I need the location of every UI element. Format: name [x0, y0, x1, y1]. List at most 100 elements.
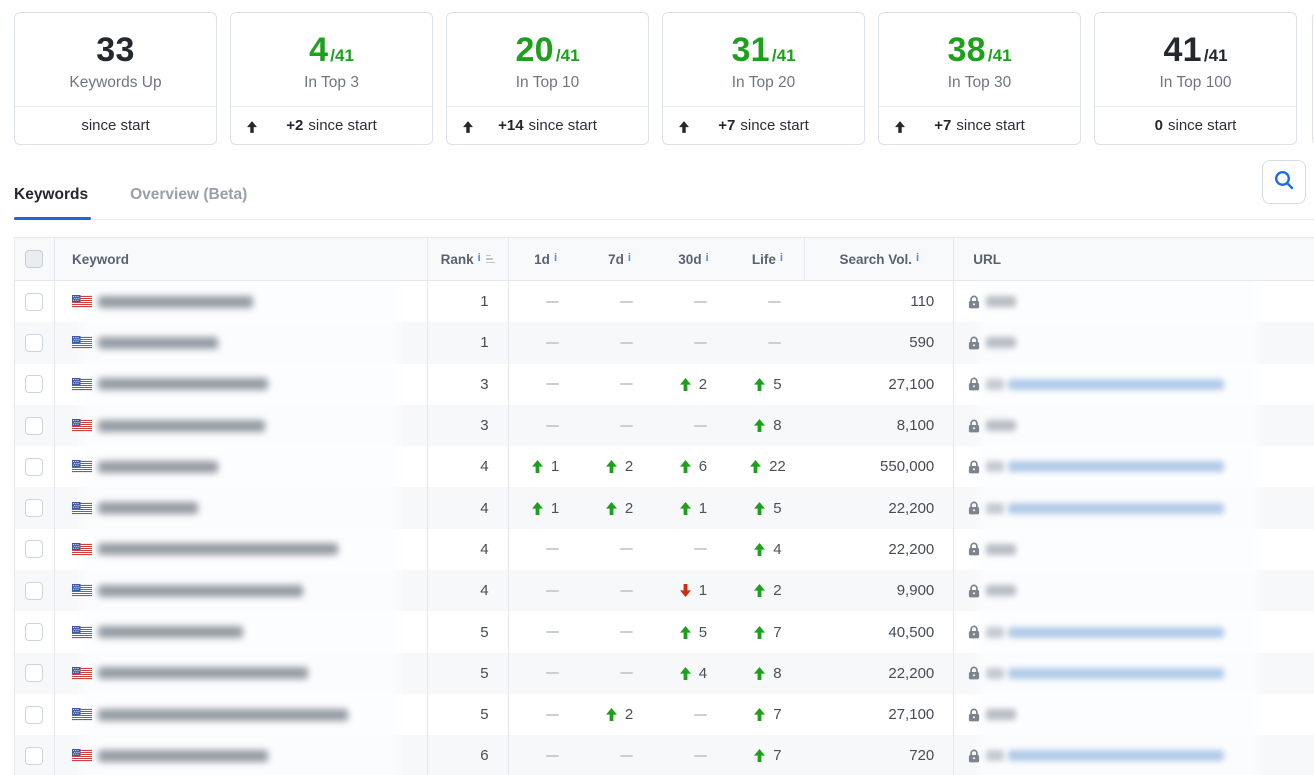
up-arrow-icon [754, 584, 765, 597]
cell-life: 8 [730, 405, 805, 446]
row-checkbox[interactable] [25, 417, 43, 435]
row-checkbox[interactable] [25, 706, 43, 724]
url-link-blurred[interactable] [1008, 750, 1224, 761]
column-label: Life [752, 252, 776, 267]
us-flag-icon [72, 419, 92, 432]
lock-icon [968, 336, 980, 350]
row-checkbox[interactable] [25, 458, 43, 476]
column-header-keyword[interactable]: Keyword [55, 238, 428, 280]
stat-card-top: 33 Keywords Up [15, 13, 216, 106]
cell-life [730, 322, 805, 363]
url-link-blurred[interactable] [1008, 379, 1224, 390]
row-checkbox[interactable] [25, 375, 43, 393]
cell-search-vol: 22,200 [805, 653, 954, 694]
lock-icon [968, 666, 980, 680]
info-icon[interactable]: i [554, 252, 557, 264]
info-icon[interactable]: i [780, 252, 783, 264]
no-change-dash [694, 425, 707, 427]
tab-keywords[interactable]: Keywords [14, 186, 88, 204]
cell-life: 2 [730, 570, 805, 611]
cell-rank: 1 [428, 281, 509, 322]
up-arrow-icon [754, 749, 765, 762]
cell-7d: 2 [583, 694, 657, 735]
up-arrow-icon [680, 460, 691, 473]
cell-keyword [55, 611, 428, 652]
url-link-blurred[interactable] [1008, 668, 1224, 679]
cell-keyword [55, 529, 428, 570]
cell-keyword [55, 322, 428, 363]
url-link-blurred[interactable] [1008, 461, 1224, 472]
cell-keyword [55, 653, 428, 694]
rank-value: 5 [480, 665, 488, 682]
column-header-d30[interactable]: 30di [657, 238, 731, 280]
row-checkbox[interactable] [25, 747, 43, 765]
lock-icon [968, 419, 980, 433]
no-change-dash [620, 548, 633, 550]
row-checkbox[interactable] [25, 499, 43, 517]
no-change-dash [546, 672, 559, 674]
rank-value: 3 [480, 417, 488, 434]
search-volume-value: 22,200 [888, 541, 934, 558]
search-volume-value: 590 [909, 334, 934, 351]
row-checkbox[interactable] [25, 334, 43, 352]
row-checkbox[interactable] [25, 540, 43, 558]
column-header-rank[interactable]: Ranki [428, 238, 509, 280]
up-arrow-icon [754, 626, 765, 639]
stat-delta: +7 [718, 117, 735, 134]
stat-total: /41 [1204, 46, 1228, 66]
stat-card-top: 31 /41 In Top 20 [663, 13, 864, 106]
up-arrow-icon [532, 460, 543, 473]
url-link-blurred[interactable] [1008, 503, 1224, 514]
info-icon[interactable]: i [706, 252, 709, 264]
stat-card-top: 38 /41 In Top 30 [879, 13, 1080, 106]
column-header-url[interactable]: URL [954, 238, 1314, 280]
table-row: 3 2 5 27,100 [15, 364, 1314, 405]
up-arrow-icon [895, 120, 905, 137]
info-icon[interactable]: i [478, 252, 481, 264]
no-change-dash [694, 714, 707, 716]
row-checkbox[interactable] [25, 582, 43, 600]
stat-delta: 0 [1155, 117, 1163, 134]
stat-footer: 0 since start [1095, 106, 1296, 144]
cell-7d [583, 653, 657, 694]
change-value: 2 [625, 500, 633, 517]
search-volume-value: 8,100 [897, 417, 935, 434]
lock-icon [968, 295, 980, 309]
no-change-dash [620, 301, 633, 303]
column-header-search_vol[interactable]: Search Vol.i [805, 238, 954, 280]
row-checkbox[interactable] [25, 623, 43, 641]
cell-7d [583, 405, 657, 446]
blur-backdrop [984, 529, 1252, 570]
change-value: 7 [773, 706, 781, 723]
column-header-d1[interactable]: 1di [509, 238, 583, 280]
row-checkbox[interactable] [25, 664, 43, 682]
column-header-select[interactable] [15, 238, 55, 280]
keyword-text-blurred [98, 709, 348, 721]
info-icon[interactable]: i [916, 252, 919, 264]
keyword-text-blurred [98, 502, 198, 514]
up-arrow-icon [606, 708, 617, 721]
info-icon[interactable]: i [628, 252, 631, 264]
url-text-blurred [986, 750, 1004, 761]
cell-30d: 1 [657, 570, 731, 611]
search-volume-value: 27,100 [888, 376, 934, 393]
column-header-life[interactable]: Lifei [730, 238, 805, 280]
sort-icon[interactable] [486, 255, 495, 264]
table-row: 4 4 22,200 [15, 529, 1314, 570]
cell-search-vol: 720 [805, 735, 954, 775]
stat-footer-text: since start [1168, 117, 1236, 134]
column-header-d7[interactable]: 7di [583, 238, 657, 280]
cell-30d [657, 281, 731, 322]
tab-overview[interactable]: Overview (Beta) [130, 186, 247, 204]
no-change-dash [620, 383, 633, 385]
cell-rank: 4 [428, 570, 509, 611]
lock-icon [968, 501, 980, 515]
cell-7d [583, 364, 657, 405]
url-link-blurred[interactable] [1008, 627, 1224, 638]
row-checkbox[interactable] [25, 293, 43, 311]
us-flag-icon [72, 460, 92, 473]
select-all-checkbox[interactable] [25, 250, 43, 268]
search-button[interactable] [1262, 160, 1306, 204]
up-arrow-icon [754, 667, 765, 680]
keyword-text-blurred [98, 296, 253, 308]
